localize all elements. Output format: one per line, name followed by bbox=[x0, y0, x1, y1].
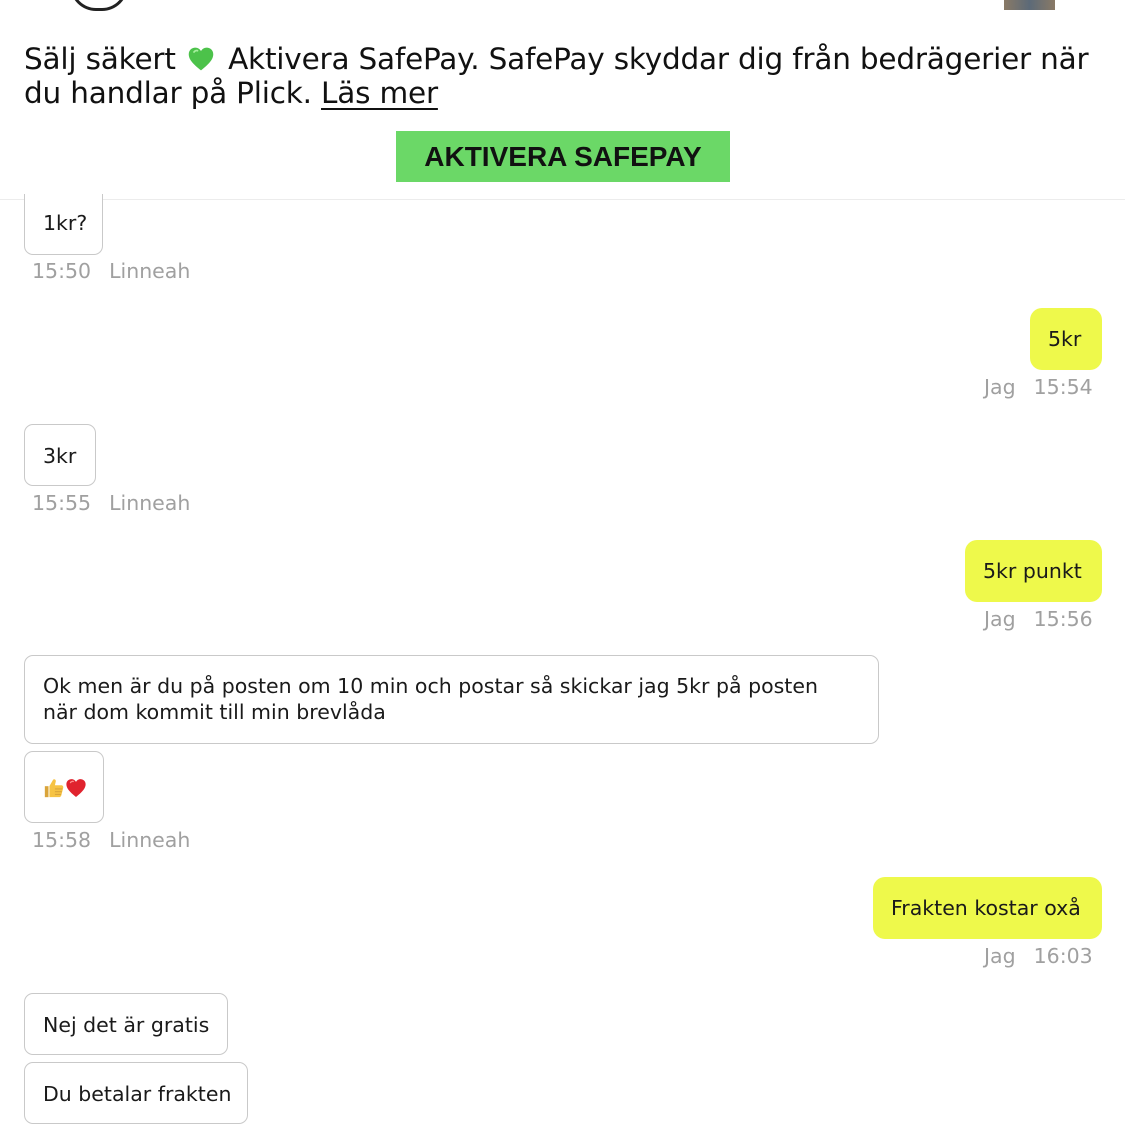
banner-text-before: Sälj säkert bbox=[24, 42, 176, 76]
message-time: 15:50 bbox=[32, 259, 92, 283]
message-text: 5kr punkt bbox=[983, 559, 1082, 583]
incoming-message[interactable]: Du betalar frakten bbox=[24, 1062, 248, 1124]
safepay-banner-text: Sälj säkert Aktivera SafePay. SafePay sk… bbox=[24, 42, 1104, 110]
message-meta: Jag 16:03 bbox=[984, 944, 1093, 968]
message-meta: Jag 15:54 bbox=[984, 375, 1093, 399]
outgoing-message[interactable]: 5kr bbox=[1030, 308, 1102, 370]
message-text: 3kr bbox=[43, 444, 77, 468]
incoming-message[interactable]: 3kr bbox=[24, 424, 96, 486]
product-thumbnail[interactable] bbox=[1004, 0, 1055, 10]
divider bbox=[0, 199, 1125, 200]
message-sender: Linneah bbox=[109, 259, 191, 283]
message-sender: Jag bbox=[984, 607, 1016, 631]
message-sender: Linneah bbox=[109, 828, 191, 852]
message-text: Frakten kostar oxå bbox=[891, 896, 1081, 920]
outgoing-message[interactable]: Frakten kostar oxå bbox=[873, 877, 1102, 939]
green-heart-icon bbox=[188, 47, 214, 71]
message-text: Nej det är gratis bbox=[43, 1013, 210, 1037]
message-sender: Linneah bbox=[109, 491, 191, 515]
message-text: Du betalar frakten bbox=[43, 1082, 232, 1106]
activate-safepay-button[interactable]: AKTIVERA SAFEPAY bbox=[396, 131, 730, 182]
message-time: 15:56 bbox=[1033, 607, 1093, 631]
message-time: 15:58 bbox=[32, 828, 92, 852]
avatar[interactable] bbox=[70, 0, 128, 11]
message-sender: Jag bbox=[984, 375, 1016, 399]
message-meta: Jag 15:56 bbox=[984, 607, 1093, 631]
outgoing-message[interactable]: 5kr punkt bbox=[965, 540, 1102, 602]
incoming-message[interactable]: Nej det är gratis bbox=[24, 993, 228, 1055]
message-text: 5kr bbox=[1048, 327, 1082, 351]
red-heart-icon bbox=[66, 779, 86, 797]
message-text: 1kr? bbox=[43, 211, 88, 235]
message-time: 16:03 bbox=[1033, 944, 1093, 968]
message-time: 15:55 bbox=[32, 491, 92, 515]
incoming-message[interactable]: 1kr? bbox=[24, 194, 103, 255]
message-meta: 15:55 Linneah bbox=[32, 491, 190, 515]
read-more-link[interactable]: Läs mer bbox=[321, 76, 438, 110]
incoming-message[interactable] bbox=[24, 751, 104, 823]
message-sender: Jag bbox=[984, 944, 1016, 968]
thumbs-up-icon bbox=[44, 779, 64, 798]
message-time: 15:54 bbox=[1033, 375, 1093, 399]
banner-text-after: Aktivera SafePay. SafePay skyddar dig fr… bbox=[24, 42, 1089, 110]
message-meta: 15:58 Linneah bbox=[32, 828, 190, 852]
message-meta: 15:50 Linneah bbox=[32, 259, 190, 283]
message-text: Ok men är du på posten om 10 min och pos… bbox=[43, 674, 818, 724]
incoming-message[interactable]: Ok men är du på posten om 10 min och pos… bbox=[24, 655, 879, 744]
